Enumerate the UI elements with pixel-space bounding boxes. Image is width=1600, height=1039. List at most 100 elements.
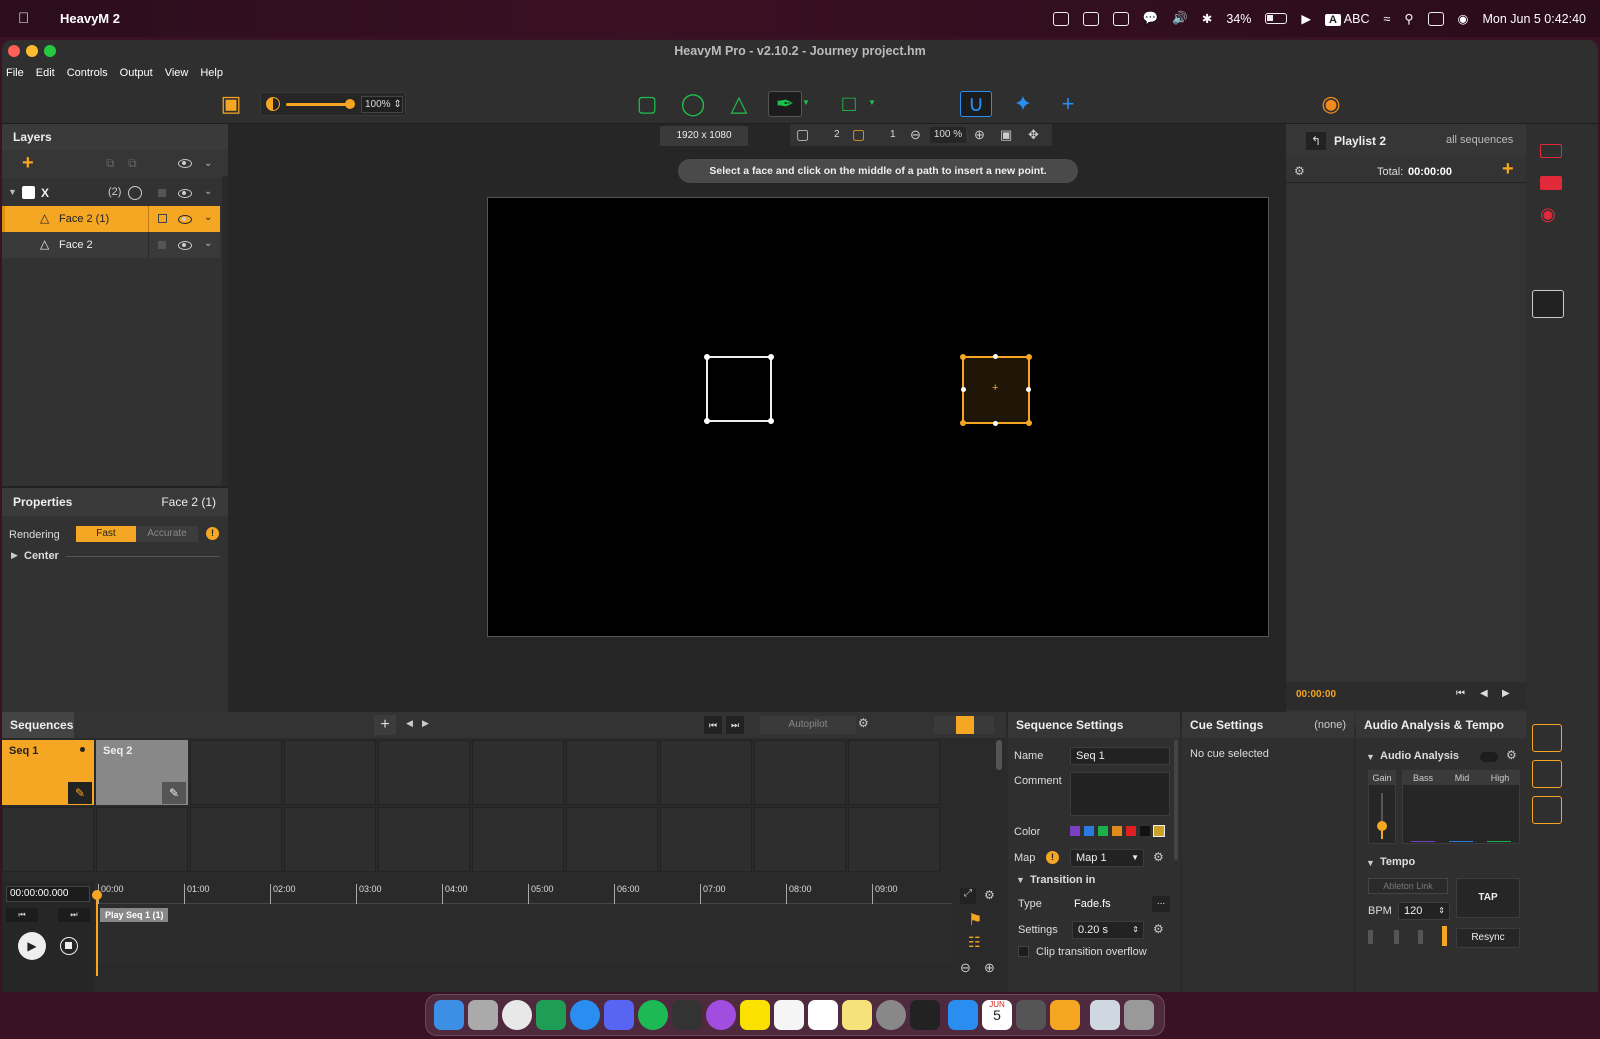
color-swatch[interactable]: [158, 189, 166, 197]
skip-back-icon[interactable]: ⏮: [704, 716, 722, 734]
gear-icon[interactable]: ⚙: [858, 716, 869, 730]
system-settings-icon[interactable]: [876, 1000, 906, 1030]
color-swatch[interactable]: [1126, 826, 1136, 836]
back-icon[interactable]: ↰: [1306, 132, 1326, 150]
arrow-left-icon[interactable]: ◀: [406, 718, 413, 729]
selection-icon[interactable]: ▢: [852, 126, 865, 143]
empty-sequence-slot[interactable]: [96, 807, 188, 872]
forward-icon[interactable]: ⏭: [58, 908, 90, 922]
chevron-down-icon[interactable]: ⌄: [204, 186, 212, 197]
empty-sequence-slot[interactable]: [566, 807, 658, 872]
control-center-icon[interactable]: [1427, 11, 1444, 26]
map-select[interactable]: Map 1 ▼: [1070, 849, 1144, 867]
color-swatch[interactable]: [158, 214, 167, 223]
ableton-link-button[interactable]: Ableton Link: [1368, 878, 1448, 894]
status-icon[interactable]: [1052, 11, 1069, 26]
projector-output-icon[interactable]: ◉: [1540, 204, 1556, 225]
blend-icon[interactable]: [128, 186, 142, 200]
layer-item-face-2-1[interactable]: △ Face 2 (1) ⌄: [2, 206, 220, 232]
add-cue-icon[interactable]: ☷: [968, 934, 981, 951]
view-mode-toggle[interactable]: [934, 716, 994, 734]
autopilot-button[interactable]: Autopilot: [760, 716, 856, 734]
menubar-app-name[interactable]: HeavyM 2: [60, 11, 120, 26]
pen-tool-icon[interactable]: ✒: [768, 91, 802, 117]
search-icon[interactable]: ⚲: [1404, 11, 1413, 26]
empty-sequence-slot[interactable]: [754, 807, 846, 872]
timeline-clip[interactable]: Play Seq 1 (1): [100, 908, 168, 922]
empty-sequence-slot[interactable]: [190, 807, 282, 872]
spotify-icon[interactable]: [638, 1000, 668, 1030]
gear-icon[interactable]: ⚙: [984, 888, 995, 902]
printer-icon[interactable]: [1112, 11, 1129, 26]
expand-icon[interactable]: ▼: [8, 187, 17, 197]
add-sequence-icon[interactable]: +: [374, 715, 396, 735]
add-layer-icon[interactable]: +: [22, 152, 34, 175]
close-window-button[interactable]: [8, 45, 20, 57]
gear-icon[interactable]: ⚙: [1153, 922, 1164, 936]
face-2-1-shape[interactable]: +: [960, 354, 1032, 426]
color-swatch[interactable]: [158, 241, 166, 249]
empty-sequence-slot[interactable]: [284, 740, 376, 805]
select-tool-icon[interactable]: □: [836, 91, 862, 117]
menu-view[interactable]: View: [165, 67, 189, 79]
type-browse-button[interactable]: ...: [1152, 896, 1170, 912]
empty-sequence-slot[interactable]: [2, 807, 94, 872]
play-button-icon[interactable]: ▶: [18, 932, 46, 960]
add-item-icon[interactable]: +: [1502, 158, 1514, 181]
empty-sequence-slot[interactable]: [378, 740, 470, 805]
comment-input[interactable]: [1070, 772, 1170, 816]
audio-toggle[interactable]: [1480, 752, 1498, 762]
color-swatch[interactable]: [1140, 826, 1150, 836]
waveform-icon[interactable]: [1532, 760, 1562, 788]
classroom-icon[interactable]: [536, 1000, 566, 1030]
trash-icon[interactable]: [1124, 1000, 1154, 1030]
bluetooth-icon[interactable]: ✱: [1202, 11, 1212, 26]
final-cut-icon[interactable]: [672, 1000, 702, 1030]
notes-icon[interactable]: [774, 1000, 804, 1030]
battery-icon[interactable]: [1265, 13, 1288, 24]
zoom-input[interactable]: 100 %: [930, 127, 966, 143]
playhead-handle[interactable]: [92, 890, 102, 900]
pan-icon[interactable]: ✥: [1028, 127, 1039, 143]
empty-sequence-slot[interactable]: [190, 740, 282, 805]
activity-monitor-icon[interactable]: [910, 1000, 940, 1030]
edit-pencil-icon[interactable]: ✎: [162, 782, 186, 804]
next-icon[interactable]: ▶: [1502, 688, 1510, 699]
rewind-icon[interactable]: ⏮: [6, 908, 38, 922]
brightness-slider-knob[interactable]: [345, 99, 355, 109]
tap-button[interactable]: TAP: [1456, 878, 1520, 918]
playhead[interactable]: [96, 892, 98, 976]
empty-sequence-slot[interactable]: [848, 740, 940, 805]
info-icon[interactable]: !: [1046, 851, 1059, 864]
empty-sequence-slot[interactable]: [566, 740, 658, 805]
ungroup-icon[interactable]: ⧉: [128, 156, 137, 171]
minimize-window-button[interactable]: [26, 45, 38, 57]
media-settings-icon[interactable]: [1532, 290, 1564, 318]
zoom-window-button[interactable]: [44, 45, 56, 57]
sequence-seq-1[interactable]: Seq 1 ✎: [2, 740, 94, 805]
empty-sequence-slot[interactable]: [472, 807, 564, 872]
menu-help[interactable]: Help: [200, 67, 223, 79]
color-picker[interactable]: [1070, 825, 1165, 837]
downloads-icon[interactable]: [1090, 1000, 1120, 1030]
timeline-ruler[interactable]: 00:00 01:00 02:00 03:00 04:00 05:00 06:00 07:00…: [96, 882, 952, 904]
skip-back-icon[interactable]: ⏮: [1456, 688, 1465, 699]
bpm-stepper[interactable]: 120 ⇕: [1398, 902, 1450, 920]
chat-icon[interactable]: 💬: [1143, 11, 1159, 26]
chevron-down-icon[interactable]: ⌄: [204, 158, 212, 169]
projector-icon[interactable]: ▣: [218, 91, 244, 117]
color-swatch[interactable]: [1153, 825, 1165, 837]
expand-icon[interactable]: ▼: [1366, 752, 1375, 762]
edit-pencil-icon[interactable]: ✎: [68, 782, 92, 804]
layer-group-x[interactable]: ▼ X (2) ⌄: [2, 180, 220, 206]
chevron-down-icon[interactable]: ▼: [868, 98, 876, 107]
playlist-scope[interactable]: all sequences: [1446, 134, 1513, 146]
gain-slider[interactable]: Gain: [1368, 770, 1396, 844]
finder-icon[interactable]: [434, 1000, 464, 1030]
discord-icon[interactable]: [604, 1000, 634, 1030]
menu-controls[interactable]: Controls: [67, 67, 108, 79]
empty-sequence-slot[interactable]: [754, 740, 846, 805]
layer-checkbox[interactable]: [22, 186, 35, 199]
eye-icon[interactable]: [178, 189, 192, 198]
face-2-shape[interactable]: [704, 354, 774, 424]
